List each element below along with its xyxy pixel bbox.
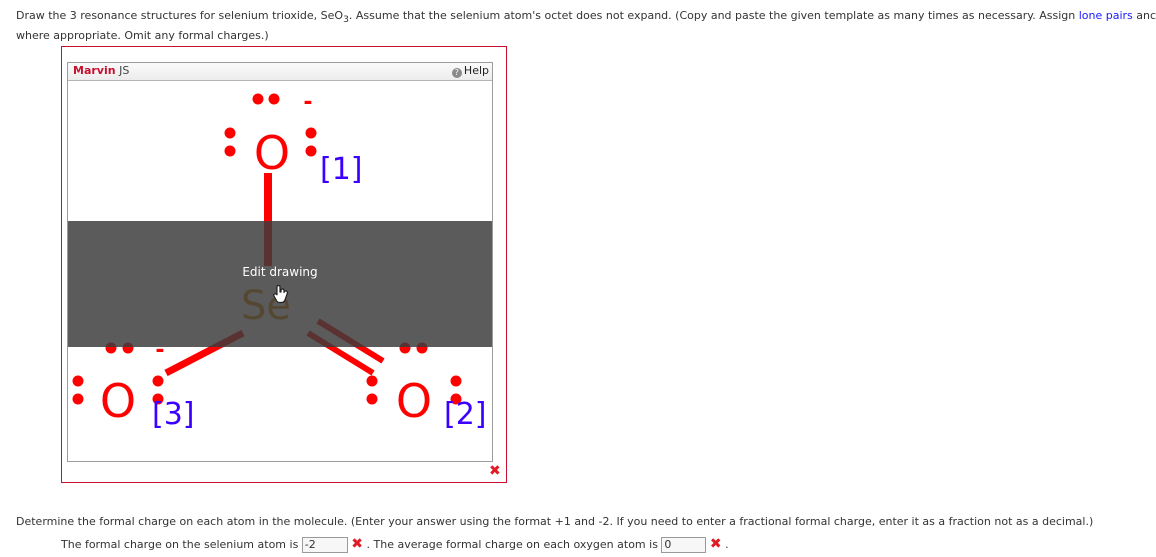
atom-map-label-3: [3] (152, 397, 195, 432)
brand-name: Marvin (73, 64, 116, 77)
sentence-end: . (725, 538, 729, 551)
lone-pair-dot (268, 93, 280, 105)
se-charge-label: The formal charge on the selenium atom i… (61, 538, 299, 551)
answer-row: The formal charge on the selenium atom i… (61, 536, 729, 553)
lone-pairs-link[interactable]: lone pairs (1079, 9, 1133, 22)
brand-suffix: JS (115, 64, 130, 77)
atom-map-label-2: [2] (444, 397, 487, 432)
question2-text: Determine the formal charge on each atom… (16, 515, 1094, 528)
hand-pointer-icon (273, 284, 288, 304)
o-incorrect-icon: ✖ (709, 536, 722, 552)
o-charge-input[interactable]: 0 (661, 537, 707, 553)
question-text-line2: where appropriate. Omit any formal charg… (16, 29, 269, 42)
question-text-part3: anc (1132, 9, 1156, 22)
lone-pair-dot (366, 375, 378, 387)
o-charge-label: . The average formal charge on each oxyg… (366, 538, 658, 551)
edit-drawing-label: Edit drawing (242, 265, 318, 279)
lone-pair-dot (152, 375, 164, 387)
atom-map-label-1: [1] (320, 152, 363, 187)
se-incorrect-icon: ✖ (351, 536, 364, 552)
help-button[interactable]: ? Help (451, 64, 489, 78)
lone-pair-dot (450, 375, 462, 387)
lone-pair-dot (224, 127, 236, 139)
help-label: Help (463, 64, 489, 77)
oxygen-atom-3: O (100, 374, 136, 428)
question-text-part2: . Assume that the selenium atom's octet … (348, 9, 1079, 22)
lone-pair-dot (252, 93, 264, 105)
lone-pair-dot (305, 145, 317, 157)
lone-pair-dot (72, 393, 84, 405)
help-icon: ? (451, 68, 462, 78)
lone-pair-dot (366, 393, 378, 405)
edit-drawing-overlay[interactable]: Edit drawing (68, 221, 492, 347)
editor-toolbar: Marvin JS ? Help (68, 63, 492, 81)
editor-title: Marvin JS (73, 64, 129, 77)
lone-pair-dot (224, 145, 236, 157)
oxygen-atom-2: O (396, 374, 432, 428)
charge-minus-1: - (303, 90, 312, 115)
lone-pair-dot (305, 127, 317, 139)
drawing-incorrect-icon: ✖ (489, 463, 501, 479)
marvin-js-editor[interactable]: Marvin JS ?Help Se O - [1] O - [3] O (67, 62, 493, 462)
se-charge-input[interactable]: -2 (301, 537, 348, 553)
oxygen-atom-1: O (254, 126, 290, 180)
lone-pair-dot (72, 375, 84, 387)
question-text-part1: Draw the 3 resonance structures for sele… (16, 9, 344, 22)
